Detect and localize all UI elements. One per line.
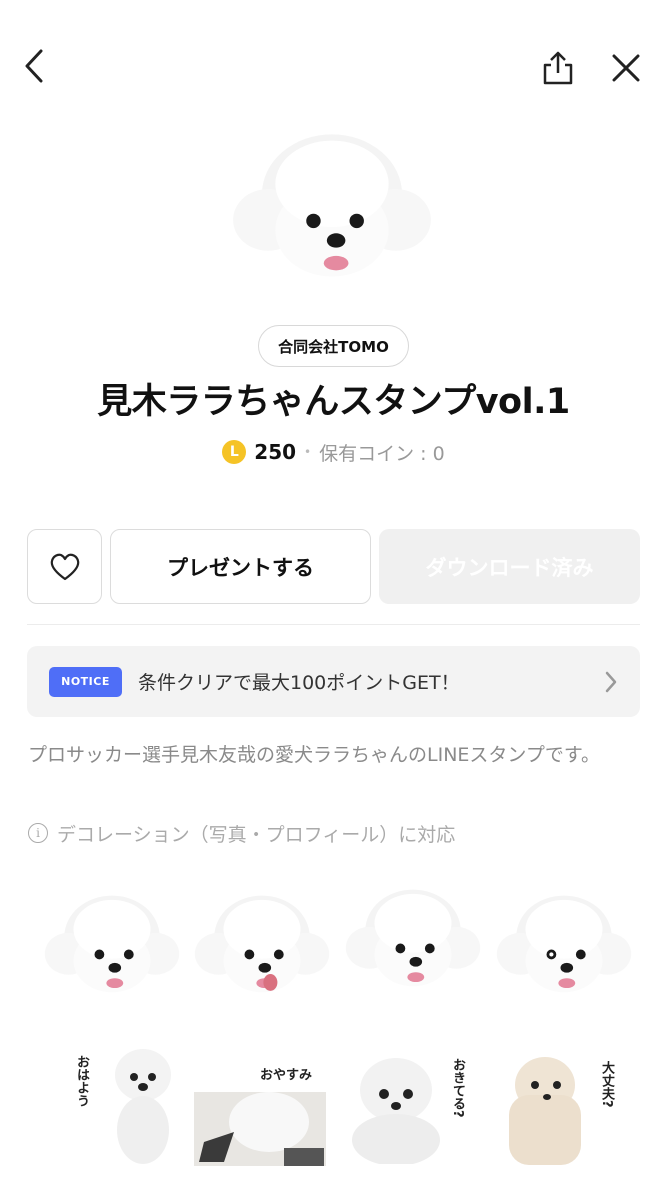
sticker-preview[interactable]: おきてる? — [346, 1052, 476, 1164]
sticker-title: 見木ララちゃんスタンプvol.1 — [97, 382, 570, 422]
dog-sitting-image — [352, 1058, 440, 1164]
owned-coins: 保有コイン : 0 — [319, 442, 445, 465]
notice-text: 条件クリアで最大100ポイントGET！ — [138, 672, 460, 694]
like-button[interactable] — [27, 529, 102, 604]
dog-standing-image — [115, 1049, 171, 1164]
sticker-preview[interactable] — [192, 880, 332, 1010]
separator-dot: • — [304, 445, 312, 459]
gift-button[interactable]: プレゼントする — [110, 529, 371, 604]
close-button[interactable] — [604, 46, 648, 90]
sticker-main-image — [233, 134, 431, 277]
sticker-preview[interactable] — [494, 880, 634, 1010]
back-button[interactable] — [14, 44, 54, 88]
chevron-right-icon — [605, 671, 617, 693]
info-icon: i — [28, 823, 48, 843]
decoration-text: デコレーション（写真・プロフィール）に対応 — [57, 823, 456, 846]
sticker-caption: おきてる? — [450, 1058, 465, 1118]
dog-cream-image — [509, 1057, 581, 1165]
divider — [27, 624, 640, 625]
top-bar — [0, 0, 667, 130]
sticker-preview[interactable] — [42, 880, 182, 1010]
line-coin-icon: L — [222, 440, 247, 464]
decoration-support: i デコレーション（写真・プロフィール）に対応 — [28, 818, 455, 848]
price-value: 250 — [254, 440, 297, 464]
sticker-description: プロサッカー選手見木友哉の愛犬ララちゃんのLINEスタンプです。 — [28, 744, 600, 766]
notice-badge: NOTICE — [49, 666, 122, 697]
share-icon — [543, 51, 573, 85]
sticker-preview[interactable]: おやすみ — [194, 1062, 326, 1166]
sticker-preview[interactable] — [343, 874, 483, 1004]
sticker-caption: おやすみ — [260, 1068, 313, 1083]
author-chip[interactable]: 合同会社TOMO — [258, 325, 409, 367]
sticker-caption: おはよう — [74, 1055, 89, 1107]
sticker-preview[interactable]: 大丈夫? — [505, 1055, 635, 1165]
share-button[interactable] — [536, 46, 580, 90]
chevron-left-icon — [25, 49, 43, 83]
sticker-preview[interactable]: おはよう — [60, 1045, 200, 1165]
close-icon — [612, 54, 640, 82]
notice-banner[interactable]: NOTICE 条件クリアで最大100ポイントGET！ — [27, 646, 640, 717]
downloaded-button[interactable]: ダウンロード済み — [379, 529, 640, 604]
heart-icon — [50, 553, 79, 580]
price-row: L 250 • 保有コイン : 0 — [0, 437, 667, 467]
sticker-caption: 大丈夫? — [599, 1061, 614, 1108]
